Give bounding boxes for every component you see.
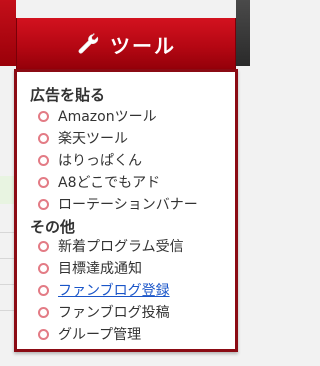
circle-bullet-icon bbox=[38, 110, 49, 122]
circle-bullet-icon bbox=[38, 176, 49, 188]
menu-item-amazon-tool[interactable]: Amazonツール bbox=[38, 105, 157, 127]
circle-bullet-icon bbox=[38, 240, 49, 252]
background-divider bbox=[0, 284, 14, 285]
nav-bar-right-segment bbox=[236, 0, 250, 66]
menu-item-label: 目標達成通知 bbox=[58, 261, 142, 277]
menu-item-fanblog-post[interactable]: ファンブログ投稿 bbox=[38, 301, 170, 323]
menu-item-label: ファンブログ登録 bbox=[58, 283, 170, 299]
menu-item-rotation-banner[interactable]: ローテーションバナー bbox=[38, 193, 198, 215]
menu-item-rakuten-tool[interactable]: 楽天ツール bbox=[38, 127, 128, 149]
menu-item-harippa-kun[interactable]: はりっぱくん bbox=[38, 149, 142, 171]
circle-bullet-icon bbox=[38, 154, 49, 166]
circle-bullet-icon bbox=[38, 306, 49, 318]
circle-bullet-icon bbox=[38, 328, 49, 340]
section-title-ads: 広告を貼る bbox=[30, 86, 106, 104]
background-divider bbox=[0, 258, 14, 259]
menu-item-label: グループ管理 bbox=[58, 327, 142, 343]
menu-item-label: 新着プログラム受信 bbox=[58, 239, 184, 255]
menu-item-fanblog-register[interactable]: ファンブログ登録 bbox=[38, 279, 170, 301]
circle-bullet-icon bbox=[38, 284, 49, 296]
menu-item-goal-notification[interactable]: 目標達成通知 bbox=[38, 257, 142, 279]
circle-bullet-icon bbox=[38, 262, 49, 274]
wrench-icon bbox=[76, 33, 100, 55]
background-row bbox=[0, 176, 14, 204]
menu-item-new-program-inbox[interactable]: 新着プログラム受信 bbox=[38, 235, 184, 257]
tools-dropdown-menu: 広告を貼る Amazonツール 楽天ツール はりっぱくん A8どこでもアド ロー… bbox=[14, 69, 238, 352]
tab-tools[interactable]: ツール bbox=[16, 18, 236, 70]
menu-item-group-management[interactable]: グループ管理 bbox=[38, 323, 141, 345]
menu-item-label: ローテーションバナー bbox=[58, 197, 198, 213]
menu-item-label: 楽天ツール bbox=[58, 131, 128, 147]
background-divider bbox=[0, 310, 14, 311]
menu-item-label: Amazonツール bbox=[58, 109, 157, 125]
nav-bar-left-segment bbox=[0, 0, 16, 66]
menu-item-a8-dokodemo-ad[interactable]: A8どこでもアド bbox=[38, 171, 160, 193]
circle-bullet-icon bbox=[38, 198, 49, 210]
circle-bullet-icon bbox=[38, 132, 49, 144]
menu-item-label: A8どこでもアド bbox=[58, 175, 161, 191]
menu-item-label: はりっぱくん bbox=[58, 153, 142, 169]
background-divider bbox=[0, 232, 14, 233]
tab-label: ツール bbox=[110, 33, 176, 58]
menu-item-label: ファンブログ投稿 bbox=[58, 305, 170, 321]
section-title-other: その他 bbox=[30, 218, 76, 236]
